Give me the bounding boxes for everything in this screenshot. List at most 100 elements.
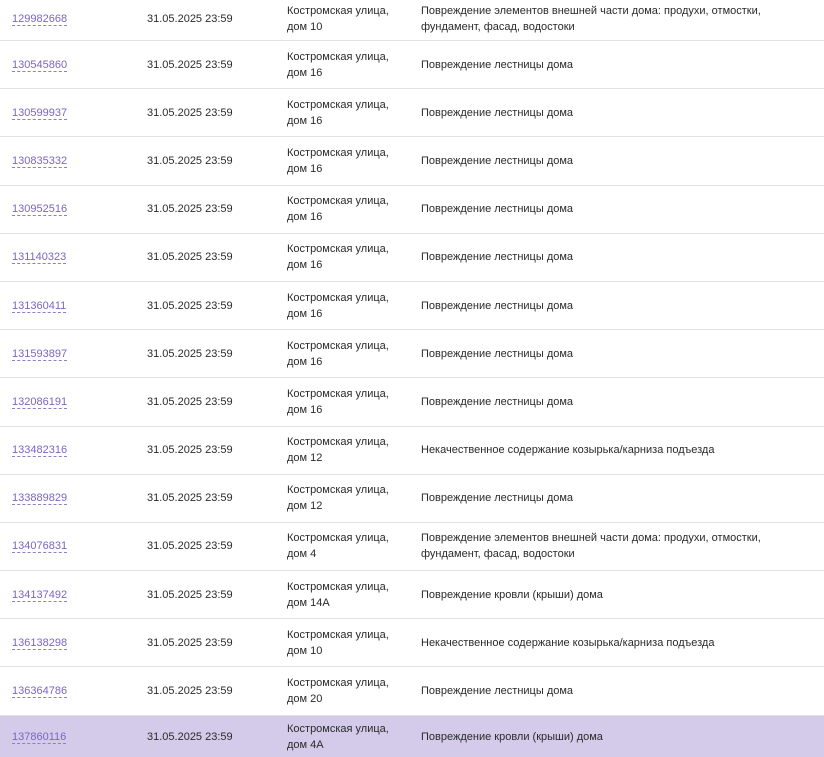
issue-date: 31.05.2025 23:59 — [147, 299, 233, 312]
issue-address: Костромская улица, дом 20 — [276, 675, 410, 707]
issue-id-cell: 134137492 — [0, 587, 136, 603]
table-row[interactable]: 131360411 31.05.2025 23:59 Костромская у… — [0, 282, 824, 331]
issue-id-link[interactable]: 131140323 — [12, 251, 67, 265]
issue-id-cell: 131140323 — [0, 249, 136, 265]
table-row[interactable]: 131140323 31.05.2025 23:59 Костромская у… — [0, 234, 824, 282]
issues-table: 129982668 31.05.2025 23:59 Костромская у… — [0, 0, 824, 757]
issue-id-cell: 136364786 — [0, 683, 136, 699]
issue-date: 31.05.2025 23:59 — [147, 203, 233, 216]
address-street: Костромская улица, — [287, 436, 389, 449]
issue-address: Костромская улица, дом 16 — [276, 49, 410, 81]
issue-id-link[interactable]: 137860116 — [12, 731, 67, 745]
issue-description: Повреждение элементов внешней части дома… — [421, 532, 761, 561]
issue-id-cell: 131360411 — [0, 298, 136, 314]
address-house: дом 4 — [287, 548, 317, 561]
address-street: Костромская улица, — [287, 532, 389, 545]
issue-id-link[interactable]: 130952516 — [12, 203, 68, 217]
issue-id-link[interactable]: 134076831 — [12, 540, 68, 554]
issue-description: Повреждение лестницы дома — [421, 395, 574, 408]
issue-address: Костромская улица, дом 4А — [276, 721, 410, 753]
issue-id-link[interactable]: 133889829 — [12, 492, 68, 506]
issue-date: 31.05.2025 23:59 — [147, 492, 233, 505]
issue-id-cell: 134076831 — [0, 538, 136, 554]
issue-id-link[interactable]: 131593897 — [12, 347, 68, 361]
issue-description: Повреждение элементов внешней части дома… — [421, 4, 761, 33]
table-row[interactable]: 129982668 31.05.2025 23:59 Костромская у… — [0, 0, 824, 41]
issue-address: Костромская улица, дом 10 — [276, 627, 410, 659]
table-row[interactable]: 133889829 31.05.2025 23:59 Костромская у… — [0, 475, 824, 523]
address-house: дом 10 — [287, 20, 323, 33]
issue-address: Костромская улица, дом 16 — [276, 193, 410, 225]
issue-id-link[interactable]: 130599937 — [12, 106, 68, 120]
table-row[interactable]: 133482316 31.05.2025 23:59 Костромская у… — [0, 427, 824, 475]
table-row[interactable]: 130599937 31.05.2025 23:59 Костромская у… — [0, 89, 824, 138]
table-row[interactable]: 131593897 31.05.2025 23:59 Костромская у… — [0, 330, 824, 379]
issue-date: 31.05.2025 23:59 — [147, 685, 233, 698]
issue-date: 31.05.2025 23:59 — [147, 251, 233, 264]
address-house: дом 16 — [287, 211, 323, 224]
address-house: дом 14А — [287, 596, 330, 609]
issue-id-link[interactable]: 134137492 — [12, 588, 68, 602]
issue-description: Повреждение лестницы дома — [421, 58, 574, 71]
issue-id-link[interactable]: 136138298 — [12, 636, 68, 650]
issue-id-link[interactable]: 130835332 — [12, 154, 68, 168]
issue-id-cell: 136138298 — [0, 635, 136, 651]
issue-description: Повреждение лестницы дома — [421, 492, 574, 505]
issue-description: Повреждение кровли (крыши) дома — [421, 588, 603, 601]
issue-id-link[interactable]: 129982668 — [12, 12, 68, 26]
issue-address: Костромская улица, дом 16 — [276, 97, 410, 129]
issue-id-link[interactable]: 133482316 — [12, 444, 68, 458]
issue-address: Костромская улица, дом 10 — [276, 3, 410, 35]
issue-date: 31.05.2025 23:59 — [147, 540, 233, 553]
address-house: дом 16 — [287, 66, 323, 79]
address-street: Костромская улица, — [287, 484, 389, 497]
issue-description: Повреждение лестницы дома — [421, 347, 574, 360]
issue-description: Повреждение лестницы дома — [421, 106, 574, 119]
address-street: Костромская улица, — [287, 628, 389, 641]
issue-id-link[interactable]: 132086191 — [12, 395, 68, 409]
issue-id-link[interactable]: 136364786 — [12, 685, 68, 699]
issue-date: 31.05.2025 23:59 — [147, 731, 233, 744]
table-row[interactable]: 136364786 31.05.2025 23:59 Костромская у… — [0, 667, 824, 716]
address-street: Костромская улица, — [287, 291, 389, 304]
issue-id-cell: 131593897 — [0, 346, 136, 362]
issue-id-link[interactable]: 130545860 — [12, 58, 68, 72]
address-street: Костромская улица, — [287, 387, 389, 400]
table-row[interactable]: 134137492 31.05.2025 23:59 Костромская у… — [0, 571, 824, 620]
issue-date: 31.05.2025 23:59 — [147, 12, 233, 25]
issue-description: Повреждение лестницы дома — [421, 203, 574, 216]
address-street: Костромская улица, — [287, 4, 389, 17]
address-house: дом 20 — [287, 693, 323, 706]
address-street: Костромская улица, — [287, 580, 389, 593]
table-row[interactable]: 132086191 31.05.2025 23:59 Костромская у… — [0, 378, 824, 427]
issue-address: Костромская улица, дом 16 — [276, 145, 410, 177]
address-house: дом 16 — [287, 307, 323, 320]
issue-description: Некачественное содержание козырька/карни… — [421, 636, 715, 649]
address-house: дом 4А — [287, 739, 324, 752]
issue-address: Костромская улица, дом 12 — [276, 482, 410, 514]
table-row-selected[interactable]: 137860116 31.05.2025 23:59 Костромская у… — [0, 715, 824, 757]
address-house: дом 12 — [287, 452, 323, 465]
issue-id-link[interactable]: 131360411 — [12, 299, 67, 313]
issue-date: 31.05.2025 23:59 — [147, 636, 233, 649]
issue-id-cell: 133889829 — [0, 490, 136, 506]
issue-description: Повреждение лестницы дома — [421, 154, 574, 167]
issue-description: Повреждение кровли (крыши) дома — [421, 731, 603, 744]
issue-id-cell: 130599937 — [0, 105, 136, 121]
table-row[interactable]: 130835332 31.05.2025 23:59 Костромская у… — [0, 137, 824, 186]
table-row[interactable]: 130952516 31.05.2025 23:59 Костромская у… — [0, 186, 824, 234]
issue-address: Костромская улица, дом 14А — [276, 579, 410, 611]
address-street: Костромская улица, — [287, 339, 389, 352]
table-row[interactable]: 130545860 31.05.2025 23:59 Костромская у… — [0, 41, 824, 90]
address-street: Костромская улица, — [287, 50, 389, 63]
issue-id-cell: 130835332 — [0, 153, 136, 169]
table-row[interactable]: 136138298 31.05.2025 23:59 Костромская у… — [0, 619, 824, 668]
address-house: дом 16 — [287, 403, 323, 416]
address-street: Костромская улица, — [287, 195, 389, 208]
issue-id-cell: 130952516 — [0, 201, 136, 217]
issue-date: 31.05.2025 23:59 — [147, 58, 233, 71]
address-street: Костромская улица, — [287, 146, 389, 159]
table-row[interactable]: 134076831 31.05.2025 23:59 Костромская у… — [0, 523, 824, 572]
issue-date: 31.05.2025 23:59 — [147, 588, 233, 601]
address-street: Костромская улица, — [287, 243, 389, 256]
